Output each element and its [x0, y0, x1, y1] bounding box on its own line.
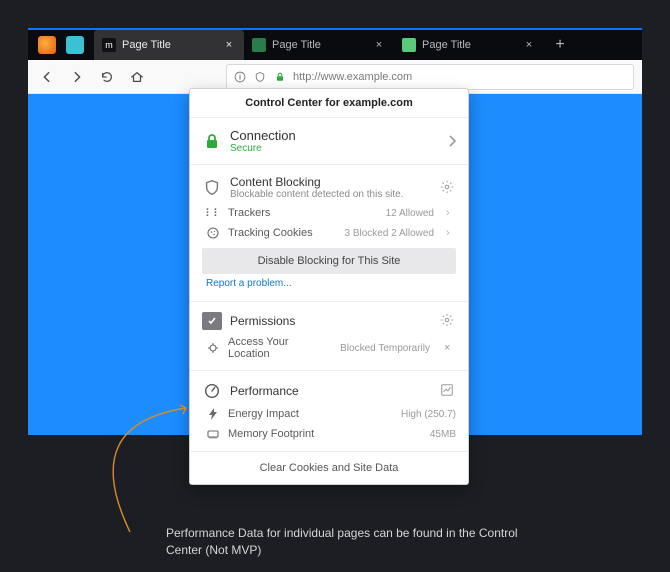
permissions-section: Permissions Access Your Location Blocked… — [190, 301, 468, 370]
tab-bar: m Page Title × Page Title × Page Title ×… — [28, 28, 642, 60]
favicon-icon — [402, 38, 416, 52]
tab[interactable]: Page Title × — [244, 30, 394, 60]
control-center-panel: Control Center for example.com Connectio… — [189, 88, 469, 485]
lock-icon — [273, 70, 287, 84]
energy-value: High (250.7) — [401, 409, 456, 420]
cookies-row[interactable]: Tracking Cookies 3 Blocked 2 Allowed › — [202, 226, 456, 240]
panel-header: Control Center for example.com — [190, 89, 468, 117]
tab-title: Page Title — [122, 39, 216, 51]
performance-title: Performance — [230, 384, 432, 398]
clear-permission-button[interactable]: × — [444, 342, 456, 354]
tab-close-button[interactable]: × — [522, 38, 536, 52]
reload-button[interactable] — [96, 66, 118, 88]
shield-icon[interactable] — [253, 70, 267, 84]
gear-icon[interactable] — [440, 180, 456, 196]
energy-label: Energy Impact — [228, 408, 393, 420]
firefox-icon[interactable] — [38, 36, 56, 54]
favicon-icon — [252, 38, 266, 52]
tab-close-button[interactable]: × — [222, 38, 236, 52]
tab[interactable]: Page Title × — [394, 30, 544, 60]
address-bar[interactable]: http://www.example.com — [226, 64, 634, 90]
connection-title: Connection — [230, 128, 440, 143]
trackers-status: 12 Allowed — [386, 208, 434, 219]
chart-icon[interactable] — [440, 383, 456, 399]
memory-row: Memory Footprint 45MB — [202, 427, 456, 441]
performance-section: Performance Energy Impact High (250.7) M… — [190, 370, 468, 451]
home-button[interactable] — [126, 66, 148, 88]
tab-active[interactable]: m Page Title × — [94, 30, 244, 60]
cookies-status: 3 Blocked 2 Allowed — [344, 228, 434, 239]
annotation-text: Performance Data for individual pages ca… — [166, 525, 526, 559]
location-label: Access Your Location — [228, 336, 332, 360]
disable-blocking-button[interactable]: Disable Blocking for This Site — [202, 248, 456, 274]
location-icon — [206, 341, 220, 355]
permissions-icon — [202, 312, 222, 330]
new-tab-button[interactable]: + — [544, 30, 576, 60]
trackers-row[interactable]: ⠇⠇ Trackers 12 Allowed › — [202, 206, 456, 220]
clear-data-button[interactable]: Clear Cookies and Site Data — [190, 451, 468, 484]
gear-icon[interactable] — [440, 313, 456, 329]
location-permission-row: Access Your Location Blocked Temporarily… — [202, 336, 456, 360]
performance-icon — [202, 381, 222, 401]
energy-icon — [206, 407, 220, 421]
pinned-icons — [28, 30, 94, 60]
favicon-icon: m — [102, 38, 116, 52]
connection-section[interactable]: Connection Secure — [190, 117, 468, 164]
content-blocking-subtitle: Blockable content detected on this site. — [230, 189, 432, 200]
content-blocking-section: Content Blocking Blockable content detec… — [190, 164, 468, 301]
identity-icon[interactable] — [233, 70, 247, 84]
location-status: Blocked Temporarily — [340, 343, 430, 354]
cookie-icon — [206, 226, 220, 240]
chevron-right-icon — [448, 135, 456, 147]
chevron-right-icon: › — [446, 227, 456, 239]
url-text: http://www.example.com — [293, 71, 412, 83]
permissions-title: Permissions — [230, 314, 432, 328]
tab-title: Page Title — [272, 39, 366, 51]
tab-close-button[interactable]: × — [372, 38, 386, 52]
trackers-icon: ⠇⠇ — [206, 206, 220, 220]
memory-label: Memory Footprint — [228, 428, 422, 440]
back-button[interactable] — [36, 66, 58, 88]
forward-button[interactable] — [66, 66, 88, 88]
memory-value: 45MB — [430, 429, 456, 440]
shield-icon — [202, 178, 222, 198]
report-problem-link[interactable]: Report a problem... — [206, 278, 456, 289]
connection-status: Secure — [230, 143, 440, 154]
chevron-right-icon: › — [446, 207, 456, 219]
trackers-label: Trackers — [228, 207, 378, 219]
lock-icon — [202, 131, 222, 151]
energy-row: Energy Impact High (250.7) — [202, 407, 456, 421]
pocket-icon[interactable] — [66, 36, 84, 54]
tab-title: Page Title — [422, 39, 516, 51]
memory-icon — [206, 427, 220, 441]
content-blocking-title: Content Blocking — [230, 175, 432, 189]
cookies-label: Tracking Cookies — [228, 227, 336, 239]
